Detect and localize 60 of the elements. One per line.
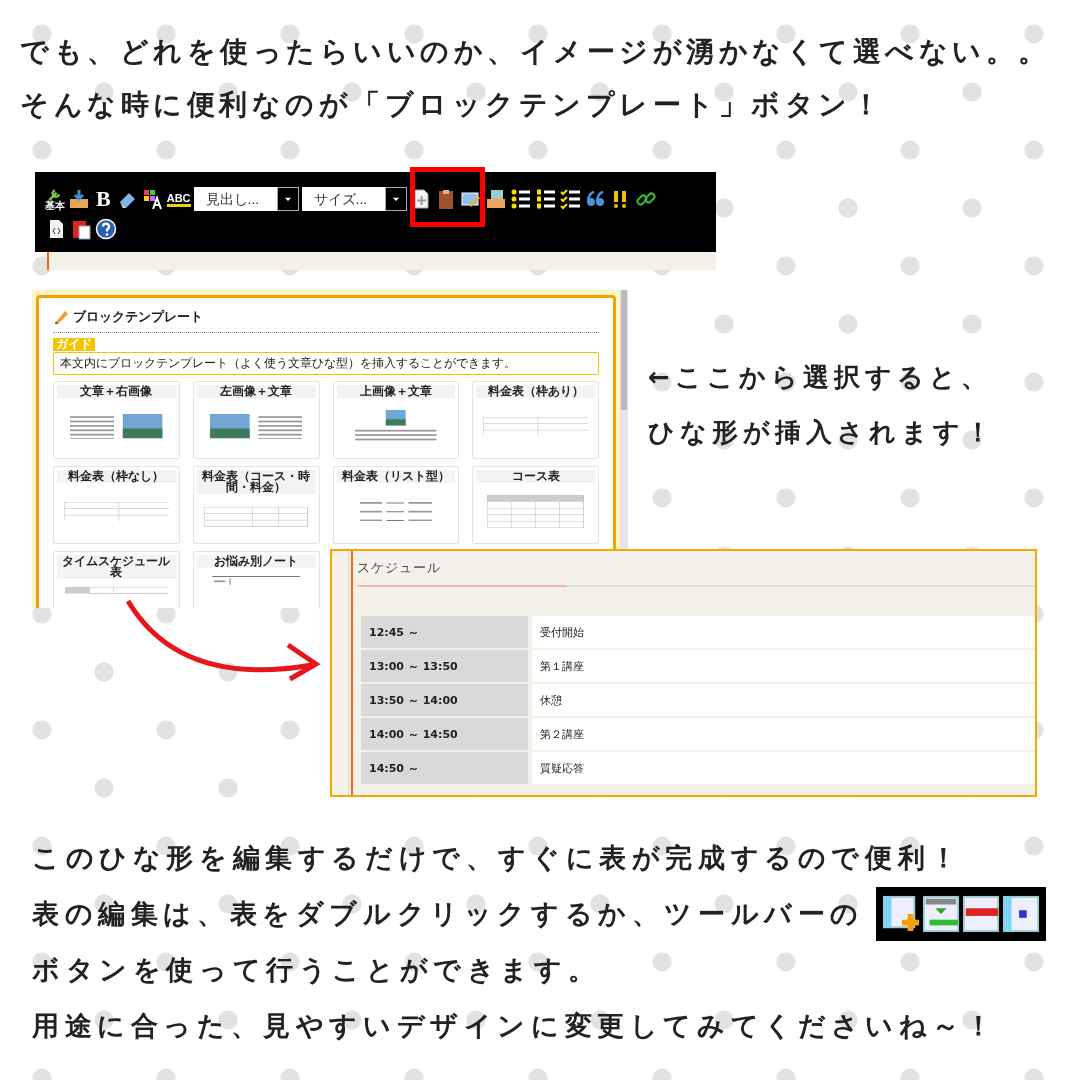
pencil-icon xyxy=(53,309,69,325)
template-card[interactable]: 料金表（枠なし） xyxy=(53,466,180,544)
intro-text: でも、どれを使ったらいいのか、イメージが湧かなくて選べない。。 xyxy=(20,34,1052,70)
time-cell: 12:45 ～ xyxy=(361,616,528,648)
row-delete-icon xyxy=(962,895,1000,933)
template-card-title: 料金表（枠なし） xyxy=(57,470,176,483)
bold-button[interactable]: B xyxy=(93,186,114,212)
event-cell: 休憩 xyxy=(532,684,1035,716)
dropdown-field[interactable]: 見出し... xyxy=(193,187,277,211)
numbered-list-icon[interactable] xyxy=(534,188,557,210)
event-cell: 受付開始 xyxy=(532,616,1035,648)
template-card-title: 料金表（枠あり） xyxy=(476,385,595,398)
template-card-title: コース表 xyxy=(476,470,595,483)
bullet-list-icon[interactable] xyxy=(509,188,532,210)
help-icon[interactable] xyxy=(95,218,117,240)
explanation-text: 用途に合った、見やすいデザインに変更してみてくださいね～！ xyxy=(32,1009,998,1043)
schedule-title: スケジュール xyxy=(357,559,442,577)
explanation-text: 表の編集は、表をダブルクリックするか、ツールバーの xyxy=(32,897,864,931)
event-cell: 質疑応答 xyxy=(532,752,1035,784)
explanation-text: ボタンを使って行うことができます。 xyxy=(32,953,601,987)
template-card[interactable]: お悩み別ノート xyxy=(192,551,320,608)
event-cell: 第１講座 xyxy=(532,650,1035,682)
template-card-title: 文章＋右画像 xyxy=(57,385,176,398)
dropdown-field[interactable]: サイズ... xyxy=(301,187,385,211)
table-add-icon xyxy=(882,895,920,933)
template-card[interactable]: コース表 xyxy=(472,466,599,544)
time-cell: 13:00 ～ 13:50 xyxy=(361,650,528,682)
template-card-title: お悩み別ノート xyxy=(196,555,316,568)
spellcheck-button[interactable]: ABC xyxy=(166,191,191,207)
explanation-text: このひな形を編集するだけで、すぐに表が完成するので便利！ xyxy=(32,841,963,875)
time-cell: 14:50 ～ xyxy=(361,752,528,784)
time-cell: 13:50 ～ 14:00 xyxy=(361,684,528,716)
callout-text: ひな形が挿入されます！ xyxy=(648,416,996,449)
cell-select-icon xyxy=(1002,895,1040,933)
template-card[interactable]: 左画像＋文章 xyxy=(192,381,320,459)
basic-tools-button[interactable]: 基本 xyxy=(45,187,65,211)
template-card-title: 料金表（コース・時間・料金） xyxy=(196,470,316,494)
template-card-title: タイムスケジュール表 xyxy=(57,555,176,579)
color-palette-icon[interactable] xyxy=(141,188,164,210)
guide-text: 本文内にブロックテンプレート（よく使う文章ひな型）を挿入することができます。 xyxy=(53,352,599,375)
template-card[interactable]: 文章＋右画像 xyxy=(53,381,180,459)
template-card[interactable]: 料金表（枠あり） xyxy=(472,381,599,459)
template-card-title: 左画像＋文章 xyxy=(196,385,316,398)
intro-text: そんな時に便利なのが「ブロックテンプレート」ボタン！ xyxy=(20,87,885,123)
template-card[interactable]: タイムスケジュール表 xyxy=(53,551,180,608)
template-card-title: 料金表（リスト型） xyxy=(336,470,456,483)
dialog-title: ブロックテンプレート xyxy=(73,308,203,326)
time-cell: 14:00 ～ 14:50 xyxy=(361,718,528,750)
checklist-icon[interactable] xyxy=(559,188,582,210)
row-insert-icon xyxy=(922,895,960,933)
template-card[interactable]: 料金表（コース・時間・料金） xyxy=(192,466,320,544)
inbox-download-icon[interactable] xyxy=(68,188,90,210)
callout-text: ←ここから選択すると、 xyxy=(648,361,993,394)
image-tray-icon[interactable] xyxy=(484,188,507,210)
template-card-title: 上画像＋文章 xyxy=(336,385,456,398)
scrollbar-thumb[interactable] xyxy=(621,290,627,410)
template-card[interactable]: 上画像＋文章 xyxy=(332,381,460,459)
paste-icon[interactable] xyxy=(70,218,92,240)
event-cell: 第２講座 xyxy=(532,718,1035,750)
template-card[interactable]: 料金表（リスト型） xyxy=(332,466,460,544)
